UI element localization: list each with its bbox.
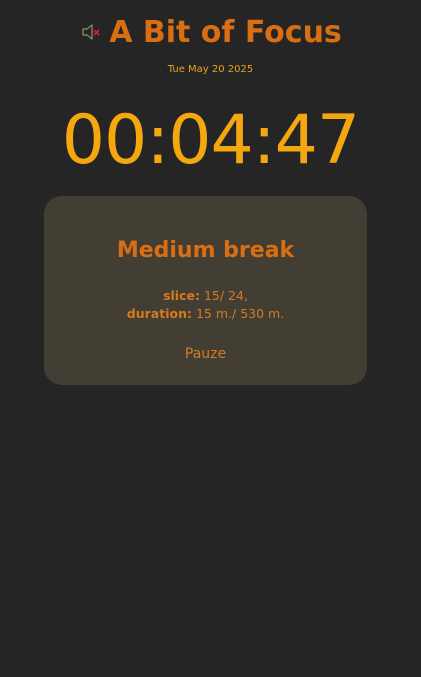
speaker-muted-icon xyxy=(82,24,100,40)
slice-info: slice: 15/ 24, xyxy=(44,288,367,303)
duration-value: 15 m./ 530 m. xyxy=(195,306,285,321)
phase-title: Medium break xyxy=(116,238,295,263)
pause-button[interactable]: Pauze xyxy=(44,346,367,362)
header: A Bit of Focus xyxy=(0,12,421,52)
slice-label: slice: xyxy=(163,288,200,303)
duration-info: duration: 15 m./ 530 m. xyxy=(44,306,367,321)
current-date: Tue May 20 2025 xyxy=(167,64,254,75)
countdown-timer: 00:04:47 xyxy=(61,101,360,180)
duration-label: duration: xyxy=(126,306,192,321)
slice-value: 15/ 24, xyxy=(203,288,248,303)
mute-toggle-button[interactable] xyxy=(79,20,103,44)
session-card: Medium break slice: 15/ 24, duration: 15… xyxy=(44,196,367,385)
app-title: A Bit of Focus xyxy=(109,14,342,50)
